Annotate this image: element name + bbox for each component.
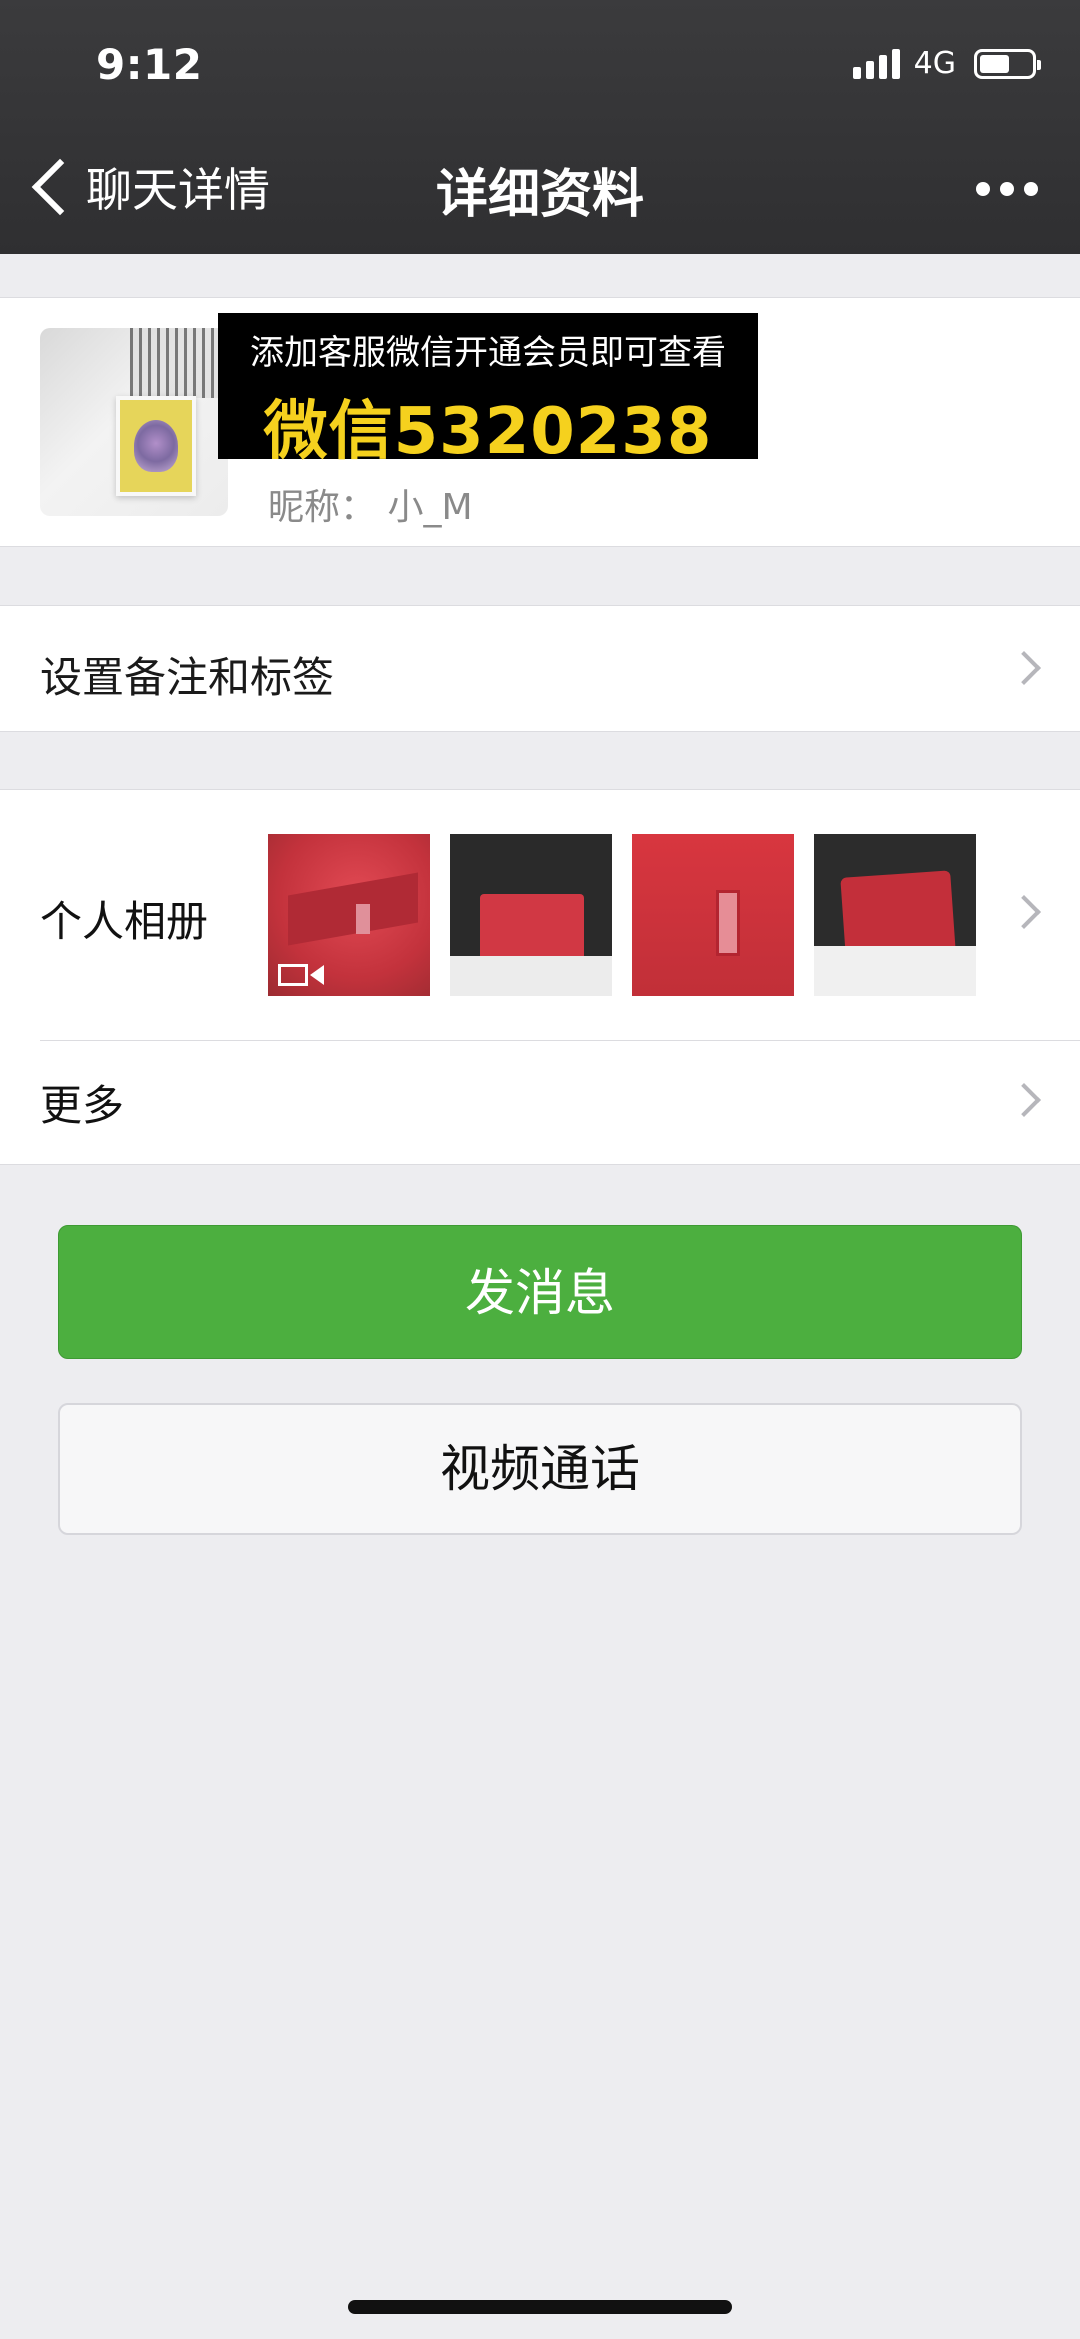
network-label: 4G — [913, 46, 956, 81]
send-message-button[interactable]: 发消息 — [58, 1225, 1022, 1359]
header: 9:12 4G 聊天详情 详细资料 — [0, 0, 1080, 254]
remark-label: 设置备注和标签 — [40, 653, 335, 702]
status-time: 9:12 — [96, 40, 203, 89]
album-thumbnail[interactable] — [632, 834, 794, 996]
status-icons: 4G — [852, 46, 1041, 81]
promo-wechat-id: 微信5320238 — [263, 395, 713, 469]
nickname: 昵称： 小_M — [268, 487, 473, 528]
remark-and-tags-row[interactable]: 设置备注和标签 — [0, 605, 1080, 732]
home-indicator[interactable] — [348, 2300, 732, 2314]
video-icon — [278, 964, 324, 986]
avatar[interactable] — [40, 328, 228, 516]
promo-banner: 添加客服微信开通会员即可查看 微信5320238 — [218, 313, 758, 469]
battery-icon — [974, 48, 1041, 79]
more-dots-icon[interactable] — [976, 182, 1038, 196]
album-thumbnail[interactable] — [268, 834, 430, 996]
divider — [40, 1040, 1080, 1041]
signal-icon — [852, 48, 900, 79]
album-more-group: 个人相册 更多 — [0, 789, 1080, 1165]
album-thumbnails — [268, 834, 976, 996]
page-title: 详细资料 — [435, 165, 644, 225]
chevron-right-icon — [1007, 895, 1041, 929]
album-thumbnail[interactable] — [814, 834, 976, 996]
more-label: 更多 — [40, 1081, 125, 1130]
album-thumbnail[interactable] — [450, 834, 612, 996]
album-label: 个人相册 — [40, 897, 209, 946]
video-call-button[interactable]: 视频通话 — [58, 1403, 1022, 1535]
chevron-right-icon — [1007, 651, 1041, 685]
promo-line1: 添加客服微信开通会员即可查看 — [250, 333, 726, 373]
chevron-right-icon — [1007, 1083, 1041, 1117]
